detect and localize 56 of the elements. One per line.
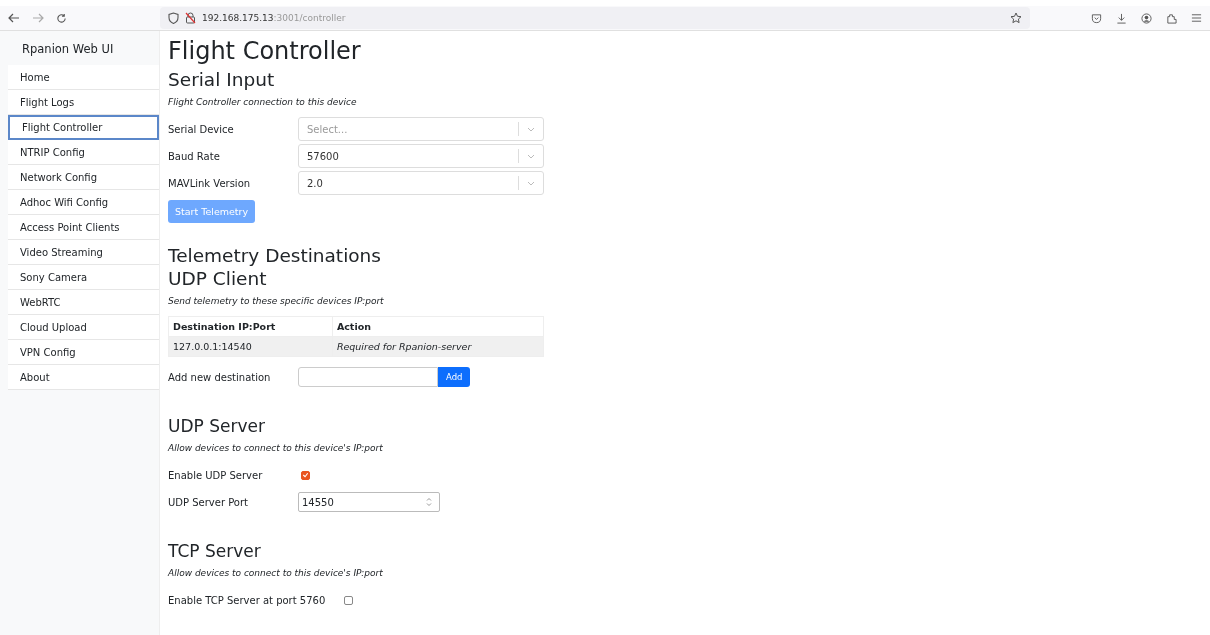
destination-input[interactable] bbox=[298, 367, 438, 387]
section-subtitle: Allow devices to connect to this device's IP:port bbox=[168, 443, 384, 453]
section-subtitle: Flight Controller connection to this device bbox=[168, 97, 358, 107]
reload-icon[interactable] bbox=[56, 12, 67, 24]
account-icon[interactable] bbox=[1141, 12, 1152, 24]
field-label: Enable TCP Server at port 5760 bbox=[168, 594, 326, 606]
sidebar-item[interactable]: Cloud Upload bbox=[8, 315, 159, 340]
insecure-lock-icon bbox=[185, 12, 196, 24]
select-field[interactable]: 2.0 bbox=[298, 171, 544, 195]
sidebar-item[interactable]: Network Config bbox=[8, 165, 159, 190]
chevron-down-icon bbox=[527, 180, 535, 186]
field-label: Baud Rate bbox=[168, 150, 221, 162]
sidebar-item[interactable]: About bbox=[8, 365, 159, 390]
section-heading: UDP Client bbox=[168, 268, 268, 290]
pocket-icon[interactable] bbox=[1091, 12, 1102, 24]
sidebar-item[interactable]: Flight Controller bbox=[8, 115, 159, 140]
checkbox[interactable] bbox=[301, 470, 310, 480]
section-heading: Telemetry Destinations bbox=[168, 245, 382, 267]
page-title: Flight Controller bbox=[168, 37, 362, 65]
sidebar-item[interactable]: Adhoc Wifi Config bbox=[8, 190, 159, 215]
shield-icon bbox=[168, 12, 179, 24]
checkbox[interactable] bbox=[344, 595, 354, 605]
sidebar-item[interactable]: Home bbox=[8, 65, 159, 90]
sidebar-item[interactable]: Access Point Clients bbox=[8, 215, 159, 240]
field-label: UDP Server Port bbox=[168, 496, 250, 508]
download-icon[interactable] bbox=[1116, 12, 1127, 24]
chevron-down-icon bbox=[527, 126, 535, 132]
sidebar-item[interactable]: NTRIP Config bbox=[8, 140, 159, 165]
back-icon[interactable] bbox=[8, 13, 20, 23]
sidebar-item[interactable]: Video Streaming bbox=[8, 240, 159, 265]
column-header: Destination IP:Port bbox=[168, 316, 333, 337]
section-heading: UDP Server bbox=[168, 415, 266, 437]
add-button[interactable]: Add bbox=[438, 367, 471, 387]
sidebar-item[interactable]: Sony Camera bbox=[8, 265, 159, 290]
sidebar-item[interactable]: Flight Logs bbox=[8, 90, 159, 115]
chevron-down-icon bbox=[527, 153, 535, 159]
address-bar[interactable]: 192.168.175.13:3001/controller bbox=[160, 7, 1030, 29]
select-field[interactable]: 57600 bbox=[298, 144, 544, 168]
bookmark-star-icon[interactable] bbox=[1010, 12, 1022, 24]
field-label: Add new destination bbox=[168, 371, 272, 383]
port-number-field[interactable]: 14550 bbox=[298, 492, 440, 512]
field-label: Serial Device bbox=[168, 123, 235, 135]
spinner-icon bbox=[425, 496, 433, 508]
menu-icon[interactable] bbox=[1191, 13, 1202, 23]
table-cell: 127.0.0.1:14540 bbox=[168, 336, 333, 357]
field-label: MAVLink Version bbox=[168, 177, 252, 189]
sidebar-item[interactable]: WebRTC bbox=[8, 290, 159, 315]
sidebar-item[interactable]: VPN Config bbox=[8, 340, 159, 365]
section-heading: TCP Server bbox=[168, 540, 262, 562]
column-header: Action bbox=[332, 316, 544, 337]
field-label: Enable UDP Server bbox=[168, 469, 264, 481]
section-heading: Serial Input bbox=[168, 69, 276, 91]
brand-title: Rpanion Web UI bbox=[21, 41, 115, 58]
url-text: 192.168.175.13:3001/controller bbox=[202, 13, 347, 23]
section-subtitle: Allow devices to connect to this device's IP:port bbox=[168, 568, 384, 578]
section-subtitle: Send telemetry to these specific devices IP:port bbox=[168, 296, 385, 306]
